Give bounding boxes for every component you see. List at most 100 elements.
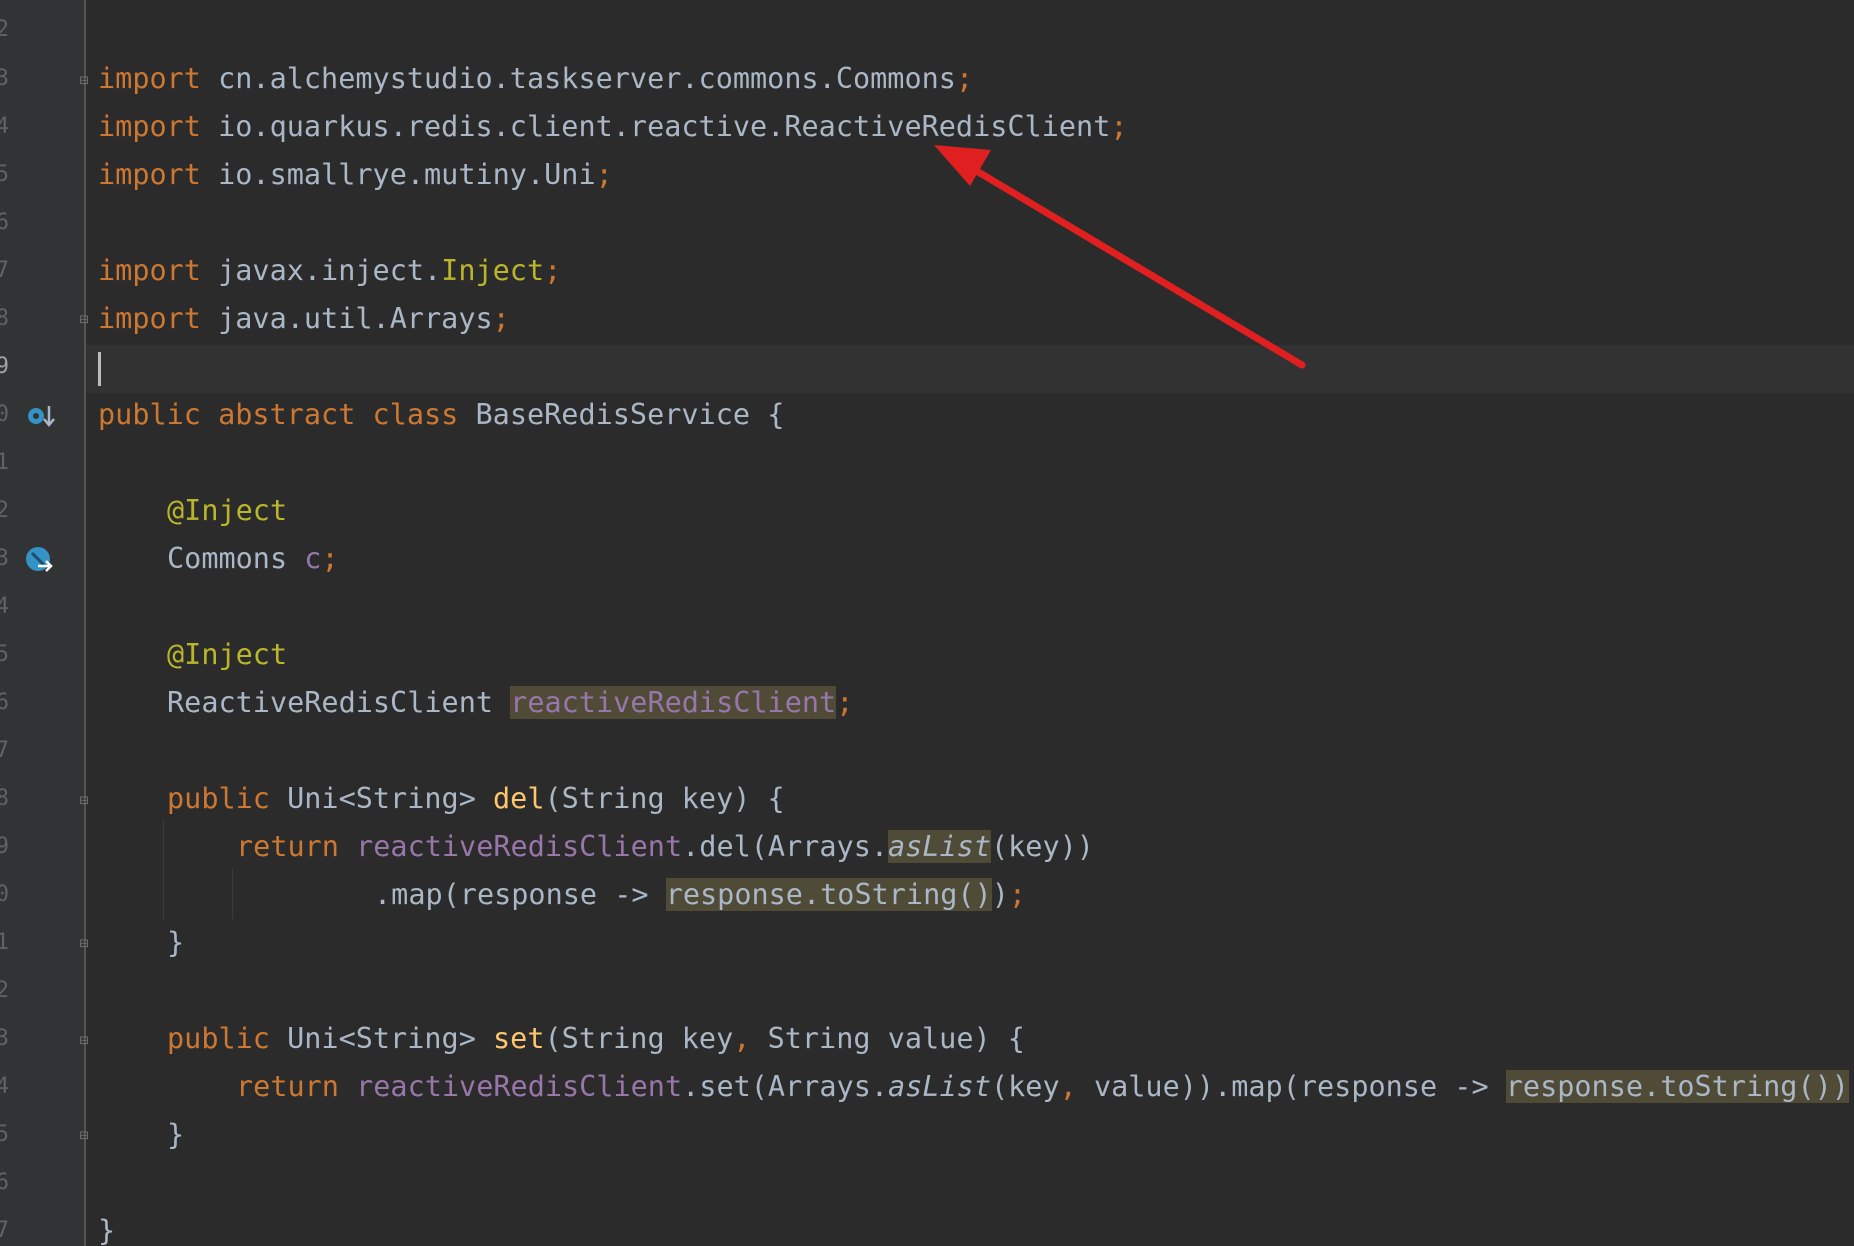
field-name: reactiveRedisClient [356, 830, 683, 863]
return-type: Uni<String> [269, 782, 494, 815]
line-number: 6 [0, 1170, 9, 1195]
fold-marker-icon[interactable]: ⊟ [77, 1127, 91, 1143]
static-method: asList [888, 830, 991, 863]
code-text: .set(Arrays. [682, 1070, 889, 1103]
keyword: abstract [200, 398, 356, 431]
line-number: 3 [0, 1026, 9, 1051]
line-number: 7 [0, 1218, 9, 1243]
code-line-20: .map(response -> response.toString()); [374, 871, 1026, 919]
keyword: public [167, 1022, 270, 1055]
semicolon: ; [595, 158, 613, 191]
package-path: io.smallrye.mutiny.Uni [200, 158, 596, 191]
code-line-25: } [167, 1111, 184, 1159]
current-line-highlight [86, 345, 1854, 393]
editor-gutter[interactable]: 2 3 4 5 6 7 8 9 0 1 2 3 4 5 6 7 8 9 0 1 … [0, 0, 86, 1246]
keyword: return [236, 1070, 357, 1103]
field-name: c [304, 542, 322, 575]
code-text: .del(Arrays. [682, 830, 889, 863]
closing-brace: } [167, 1118, 185, 1151]
code-text: (key [990, 1070, 1060, 1103]
class-declaration: BaseRedisService { [458, 398, 785, 431]
highlighted-expression: response.toString()) [1505, 1070, 1849, 1103]
semicolon: ; [544, 254, 562, 287]
code-text: ) [991, 878, 1009, 911]
line-number: 4 [0, 114, 9, 139]
line-number: 4 [0, 1074, 9, 1099]
semicolon: ; [1008, 878, 1027, 911]
code-line-7: import javax.inject.Inject; [98, 247, 561, 295]
text-caret [98, 352, 101, 386]
package-path: java.util.Arrays [200, 302, 493, 335]
indent-guide [163, 820, 164, 920]
code-text: (key)) [990, 830, 1094, 863]
semicolon: ; [836, 686, 854, 719]
keyword: import [98, 110, 201, 143]
annotation: @Inject [167, 638, 288, 671]
parameters: (String key) { [544, 782, 785, 815]
semicolon: ; [492, 302, 510, 335]
keyword: import [98, 62, 201, 95]
annotation-type: Inject [441, 254, 545, 287]
line-number: 7 [0, 738, 9, 763]
code-line-8: import java.util.Arrays; [98, 295, 510, 343]
line-number: 5 [0, 162, 9, 187]
line-number: 5 [0, 642, 9, 667]
fold-marker-icon[interactable]: ⊟ [77, 72, 91, 88]
code-line-5: import io.smallrye.mutiny.Uni; [98, 151, 613, 199]
line-number: 6 [0, 210, 9, 235]
injection-point-icon[interactable] [24, 544, 56, 576]
keyword: return [236, 830, 357, 863]
keyword: import [98, 302, 201, 335]
package-path: cn.alchemystudio.taskserver.commons.Comm… [200, 62, 956, 95]
code-line-12: @Inject [167, 487, 287, 535]
code-line-3: import cn.alchemystudio.taskserver.commo… [98, 55, 973, 103]
comma: , [1059, 1070, 1077, 1103]
parameters: (String key [544, 1022, 734, 1055]
package-path: io.quarkus.redis.client.reactive.Reactiv… [200, 110, 1111, 143]
keyword: class [355, 398, 459, 431]
code-line-23: public Uni<String> set(String key, Strin… [167, 1015, 1025, 1063]
semicolon: ; [321, 542, 339, 575]
semicolon: ; [955, 62, 974, 95]
code-line-10: public abstract class BaseRedisService { [98, 391, 784, 439]
parameters: String value) { [750, 1022, 1025, 1055]
code-line-18: public Uni<String> del(String key) { [167, 775, 785, 823]
code-line-19: return reactiveRedisClient.del(Arrays.as… [236, 823, 1094, 871]
fold-marker-icon[interactable]: ⊟ [77, 311, 91, 327]
code-line-15: @Inject [167, 631, 287, 679]
line-number: 3 [0, 66, 9, 91]
method-name: del [493, 782, 545, 815]
line-number: 4 [0, 594, 9, 619]
highlighted-expression: response.toString() [665, 878, 992, 911]
fold-marker-icon[interactable]: ⊟ [77, 1032, 91, 1048]
closing-brace: } [167, 926, 185, 959]
keyword: public [98, 398, 201, 431]
line-number: 8 [0, 306, 9, 331]
keyword: import [98, 254, 201, 287]
fold-marker-icon[interactable]: ⊟ [77, 935, 91, 951]
code-line-27: } [98, 1207, 115, 1246]
line-number: 2 [0, 978, 9, 1003]
field-name-highlighted: reactiveRedisClient [510, 686, 837, 719]
code-editor[interactable]: 2 3 4 5 6 7 8 9 0 1 2 3 4 5 6 7 8 9 0 1 … [0, 0, 1854, 1246]
field-name: reactiveRedisClient [356, 1070, 683, 1103]
closing-brace: } [98, 1214, 116, 1246]
line-number: 2 [0, 17, 9, 42]
type-name: ReactiveRedisClient [167, 686, 511, 719]
line-number: 0 [0, 402, 9, 427]
line-number: 1 [0, 450, 9, 475]
keyword: import [98, 158, 201, 191]
line-number: 1 [0, 930, 9, 955]
fold-marker-icon[interactable]: ⊟ [77, 792, 91, 808]
line-number: 9 [0, 834, 9, 859]
code-line-24: return reactiveRedisClient.set(Arrays.as… [236, 1063, 1849, 1111]
implemented-marker-icon[interactable] [24, 400, 56, 432]
line-number: 0 [0, 882, 9, 907]
semicolon: ; [1110, 110, 1128, 143]
line-number: 5 [0, 1122, 9, 1147]
line-number: 7 [0, 258, 9, 283]
method-name: set [493, 1022, 545, 1055]
code-line-16: ReactiveRedisClient reactiveRedisClient; [167, 679, 853, 727]
line-number-current: 9 [0, 354, 9, 379]
annotation: @Inject [167, 494, 288, 527]
